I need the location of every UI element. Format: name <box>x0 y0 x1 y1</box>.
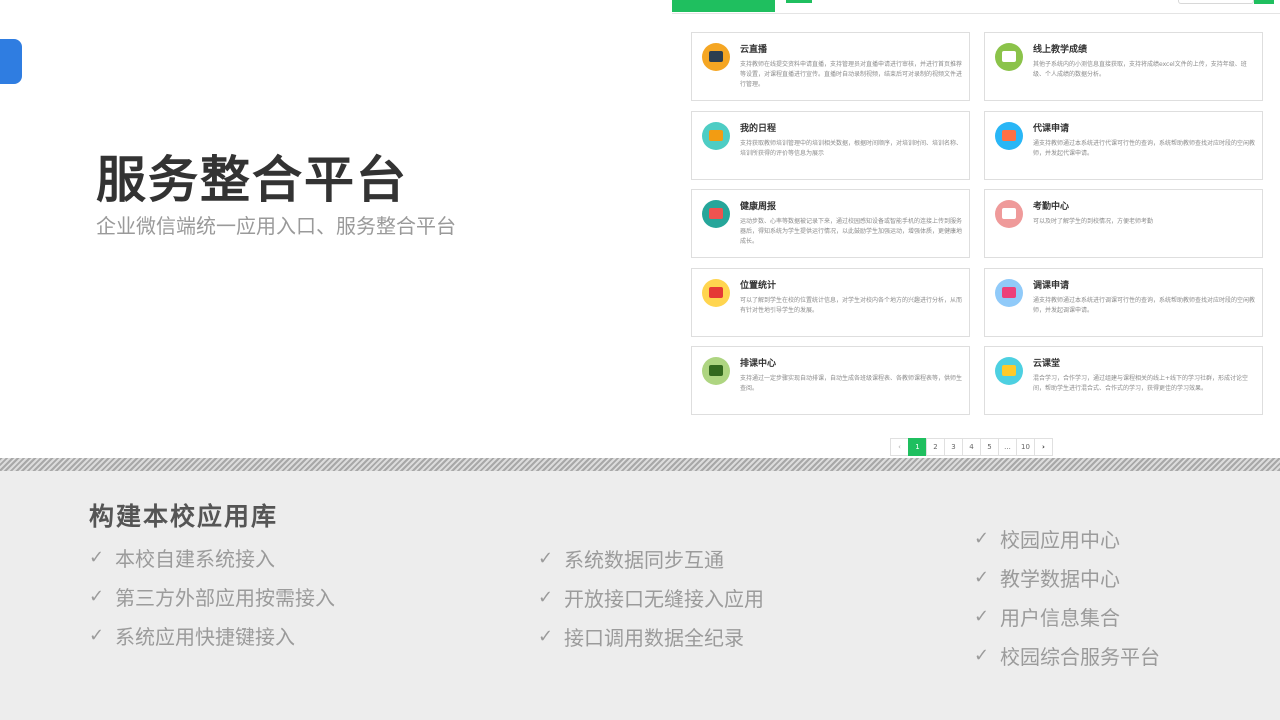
top-nav-active-tab[interactable] <box>672 0 775 12</box>
pagination-page[interactable]: 2 <box>926 438 945 456</box>
app-card-description: 混合学习，合作学习，通过组建与课程相关的线上+线下的学习社群，形成讨论空间，帮助… <box>1033 375 1249 392</box>
divider-stripe <box>0 458 1280 471</box>
pagination-page[interactable]: 4 <box>962 438 981 456</box>
feature-label: 第三方外部应用按需接入 <box>115 586 335 610</box>
app-card[interactable]: 云直播支持教师在线提交资料申请直播，支持管理员对直播申请进行审核，并进行首页推荐… <box>691 32 970 101</box>
checkmark-icon: ✓ <box>89 625 105 646</box>
pagination: ‹ 1 2 3 4 5... 10 › <box>890 438 1053 456</box>
feature-label: 接口调用数据全纪录 <box>564 626 744 650</box>
app-card[interactable]: 健康周报运动步数、心率等数据被记录下来，通过校园感知设备或智能手机的连接上传到服… <box>691 189 970 258</box>
app-card-description: 通支持教师通过本系统进行调课可行性的查询，系统帮助教师查找对应时段的空闲教师，并… <box>1033 296 1256 314</box>
swap-class-icon <box>995 278 1023 307</box>
pagination-prev-button[interactable]: ‹ <box>890 438 909 456</box>
app-card[interactable]: 调课申请通支持教师通过本系统进行调课可行性的查询，系统帮助教师查找对应时段的空闲… <box>984 267 1263 337</box>
pagination-pages: 1 2 3 4 5... 10 <box>908 438 1035 456</box>
attendance-icon <box>995 200 1023 228</box>
feature-item: ✓ 教学数据中心 <box>974 558 1160 597</box>
feature-label: 系统应用快捷键接入 <box>115 625 295 649</box>
panel-top-bar <box>672 0 1280 14</box>
pagination-page[interactable]: ... <box>998 438 1017 456</box>
feature-label: 本校自建系统接入 <box>115 547 275 571</box>
cloud-classroom-icon <box>995 357 1023 385</box>
feature-list-1: ✓ 本校自建系统接入 ✓ 第三方外部应用按需接入 ✓ 系统应用快捷键接入 <box>89 538 335 655</box>
app-card[interactable]: 云课堂混合学习，合作学习，通过组建与课程相关的线上+线下的学习社群，形成讨论空间… <box>984 346 1263 415</box>
schedule-icon <box>702 121 730 150</box>
app-card[interactable]: 位置统计可以了解到学生在校的位置统计信息，对学生对校内各个地方的兴趣进行分析，从… <box>691 267 970 337</box>
app-card-title: 云直播 <box>740 45 768 55</box>
app-card[interactable]: 考勤中心可以及时了解学生的到校情况，方便老师考勤 <box>984 189 1263 258</box>
feature-list-2: ✓ 系统数据同步互通 ✓ 开放接口无缝接入应用 ✓ 接口调用数据全纪录 <box>538 539 764 656</box>
feature-item: ✓ 校园综合服务平台 <box>974 636 1160 675</box>
app-card[interactable]: 排课中心支持通过一定步骤实现自动排课，自动生成各班级课程表、各教师课程表等，供师… <box>691 346 970 415</box>
app-card-title: 调课申请 <box>1033 280 1070 291</box>
feature-item: ✓ 本校自建系统接入 <box>89 538 335 577</box>
checkmark-icon: ✓ <box>538 626 554 647</box>
feature-label: 系统数据同步互通 <box>564 548 724 572</box>
checkmark-icon: ✓ <box>89 547 105 568</box>
feature-item: ✓ 用户信息集合 <box>974 597 1160 636</box>
app-card-title: 排课中心 <box>740 359 777 369</box>
app-card-description: 可以了解到学生在校的位置统计信息，对学生对校内各个地方的兴趣进行分析，从而有针对… <box>740 296 963 314</box>
feature-label: 教学数据中心 <box>1000 567 1120 591</box>
app-card-description: 运动步数、心率等数据被记录下来，通过校园感知设备或智能手机的连接上传到服务器后，… <box>740 218 963 245</box>
pagination-next-button[interactable]: › <box>1034 438 1053 456</box>
feature-item: ✓ 开放接口无缝接入应用 <box>538 578 764 617</box>
checkmark-icon: ✓ <box>974 567 990 588</box>
feature-label: 用户信息集合 <box>1000 606 1120 630</box>
search-button[interactable] <box>1254 0 1274 4</box>
side-tab-marker <box>0 39 22 84</box>
checkmark-icon: ✓ <box>974 645 990 666</box>
app-card[interactable]: 代课申请通支持教师通过本系统进行代课可行性的查询，系统帮助教师查找对应时段的空闲… <box>984 110 1263 180</box>
video-camera-icon <box>702 43 730 71</box>
search-input[interactable] <box>1178 0 1254 4</box>
app-card-description: 通支持教师通过本系统进行代课可行性的查询，系统帮助教师查找对应时段的空闲教师，并… <box>1033 139 1256 157</box>
app-card-description: 支持获取教师培训管理中的培训相关数据，根据时间顺序，对培训时间、培训名称、培训所… <box>740 139 963 157</box>
slide-page: 服务整合平台 企业微信端统一应用入口、服务整合平台 云直播支持教师在线提交资料申… <box>0 0 1280 720</box>
app-card-title: 我的日程 <box>740 123 777 134</box>
checkmark-icon: ✓ <box>538 548 554 569</box>
pagination-page[interactable]: 3 <box>944 438 963 456</box>
app-card-description: 可以及时了解学生的到校情况，方便老师考勤 <box>1033 218 1154 225</box>
app-list-screenshot: 云直播支持教师在线提交资料申请直播，支持管理员对直播申请进行审核，并进行首页推荐… <box>672 0 1280 458</box>
checkmark-icon: ✓ <box>974 528 990 549</box>
app-card-title: 代课申请 <box>1033 123 1070 134</box>
app-card-title: 云课堂 <box>1033 359 1061 369</box>
checkmark-icon: ✓ <box>974 606 990 627</box>
checkmark-icon: ✓ <box>89 586 105 607</box>
top-nav-indicator <box>786 0 812 3</box>
app-card-description: 其他子系统内的小测信息直接获取，支持将成绩excel文件的上传，支持年级、班级、… <box>1033 61 1247 78</box>
hero-title: 服务整合平台 <box>96 151 408 209</box>
app-card-title: 位置统计 <box>740 280 777 291</box>
grade-report-icon <box>995 43 1023 71</box>
pagination-page[interactable]: 5 <box>980 438 999 456</box>
app-card[interactable]: 我的日程支持获取教师培训管理中的培训相关数据，根据时间顺序，对培训时间、培训名称… <box>691 110 970 180</box>
section-title: 构建本校应用库 <box>89 502 279 531</box>
feature-label: 校园综合服务平台 <box>1000 645 1160 669</box>
substitute-request-icon <box>995 121 1023 150</box>
health-report-icon <box>702 200 730 228</box>
location-pin-icon <box>702 278 730 307</box>
feature-list-3: ✓ 校园应用中心 ✓ 教学数据中心 ✓ 用户信息集合 ✓ 校园综合服务平台 <box>974 519 1160 675</box>
checkmark-icon: ✓ <box>538 587 554 608</box>
feature-item: ✓ 系统应用快捷键接入 <box>89 616 335 655</box>
feature-item: ✓ 第三方外部应用按需接入 <box>89 577 335 616</box>
app-card-description: 支持教师在线提交资料申请直播，支持管理员对直播申请进行审核，并进行首页推荐等设置… <box>740 61 963 88</box>
feature-label: 开放接口无缝接入应用 <box>564 587 764 611</box>
feature-item: ✓ 系统数据同步互通 <box>538 539 764 578</box>
hero-subtitle: 企业微信端统一应用入口、服务整合平台 <box>96 214 456 238</box>
app-card-title: 考勤中心 <box>1033 202 1070 212</box>
feature-item: ✓ 接口调用数据全纪录 <box>538 617 764 656</box>
app-card[interactable]: 线上教学成绩其他子系统内的小测信息直接获取，支持将成绩excel文件的上传，支持… <box>984 32 1263 101</box>
feature-label: 校园应用中心 <box>1000 528 1120 552</box>
pagination-page[interactable]: 10 <box>1016 438 1035 456</box>
app-card-title: 健康周报 <box>740 202 777 212</box>
timetable-board-icon <box>702 357 730 385</box>
app-card-description: 支持通过一定步骤实现自动排课，自动生成各班级课程表、各教师课程表等，供师生查阅。 <box>740 375 963 392</box>
app-card-title: 线上教学成绩 <box>1033 45 1088 55</box>
app-library-section: 构建本校应用库 ✓ 本校自建系统接入 ✓ 第三方外部应用按需接入 ✓ 系统应用快捷键接入 … <box>0 471 1280 720</box>
feature-item: ✓ 校园应用中心 <box>974 519 1160 558</box>
pagination-page[interactable]: 1 <box>908 438 927 456</box>
